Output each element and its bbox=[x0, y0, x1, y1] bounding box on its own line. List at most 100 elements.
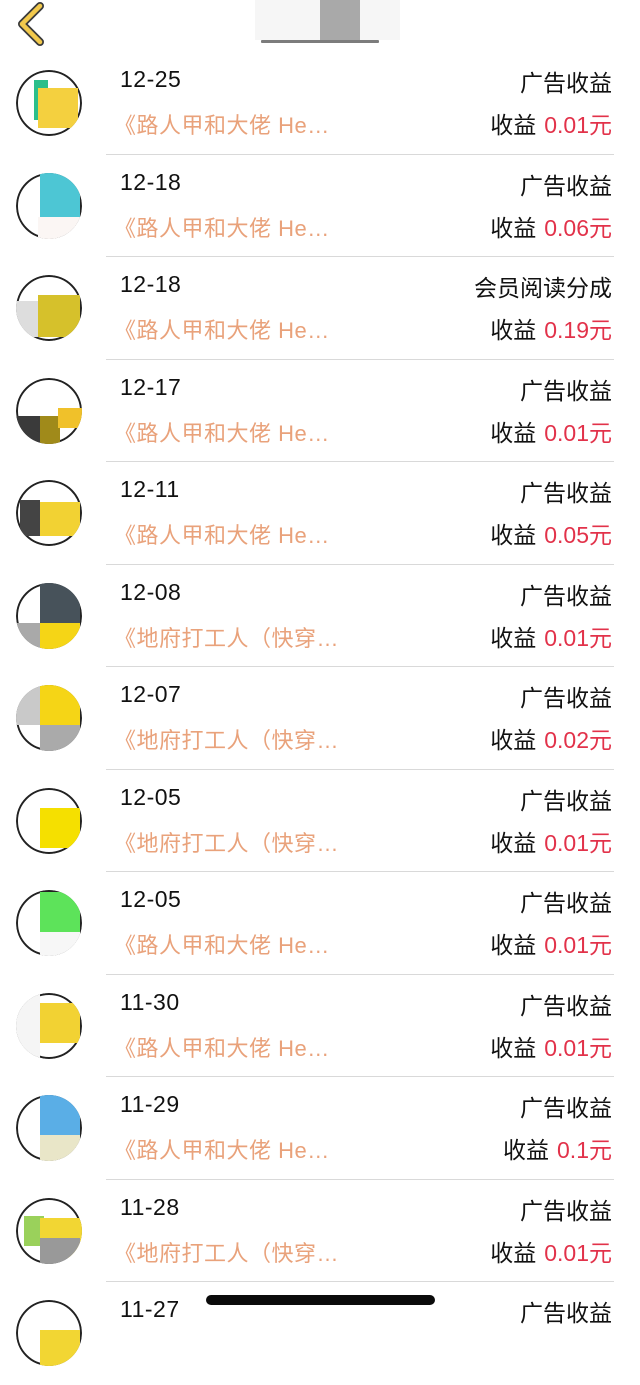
nav-bar bbox=[0, 0, 640, 50]
income-line: 收益 0.05元 bbox=[490, 516, 612, 550]
income-line: 收益 0.01元 bbox=[490, 414, 612, 448]
income-amount: 0.1元 bbox=[557, 1137, 612, 1163]
income-label: 收益 bbox=[490, 829, 537, 856]
item-date: 12-05 bbox=[120, 783, 182, 810]
income-type: 广告收益 bbox=[520, 172, 612, 199]
list-item[interactable]: 12-18 广告收益《路人甲和大佬 He… 收益 0.06元 bbox=[0, 155, 640, 257]
item-date: 12-18 bbox=[120, 271, 182, 297]
list-item[interactable]: 12-11 广告收益《路人甲和大佬 He… 收益 0.05元 bbox=[0, 462, 640, 565]
income-type: 广告收益 bbox=[520, 1095, 612, 1121]
avatar bbox=[16, 992, 82, 1059]
income-amount: 0.01元 bbox=[544, 1034, 612, 1061]
list-item[interactable]: 12-17 广告收益《路人甲和大佬 He… 收益 0.01元 bbox=[0, 360, 640, 462]
avatar bbox=[16, 1197, 82, 1264]
income-line: 收益 0.01元 bbox=[490, 1234, 612, 1268]
income-line: 收益 0.01元 bbox=[490, 106, 612, 140]
list-item[interactable]: 11-30 广告收益《路人甲和大佬 He… 收益 0.01元 bbox=[0, 975, 640, 1077]
income-amount: 0.01元 bbox=[544, 419, 612, 446]
income-label: 收益 bbox=[490, 624, 537, 651]
income-type: 广告收益 bbox=[520, 480, 612, 506]
avatar bbox=[16, 70, 82, 136]
book-title: 《路人甲和大佬 He… bbox=[114, 215, 330, 241]
list-item[interactable]: 12-07 广告收益《地府打工人（快穿… 收益 0.02元 bbox=[0, 667, 640, 770]
list-item[interactable]: 12-08 广告收益《地府打工人（快穿… 收益 0.01元 bbox=[0, 565, 640, 667]
book-title: 《地府打工人（快穿… bbox=[114, 728, 340, 753]
avatar bbox=[16, 1300, 82, 1366]
income-line: 收益 0.19元 bbox=[490, 311, 612, 345]
income-line: 收益 0.01元 bbox=[490, 619, 612, 653]
income-label: 收益 bbox=[490, 932, 537, 958]
avatar bbox=[16, 480, 82, 546]
list-item[interactable]: 12-05 广告收益《地府打工人（快穿… 收益 0.01元 bbox=[0, 770, 640, 872]
avatar bbox=[16, 172, 82, 239]
item-date: 12-18 bbox=[120, 168, 182, 195]
book-title: 《路人甲和大佬 He… bbox=[114, 523, 330, 548]
income-line: 收益 0.01元 bbox=[490, 926, 612, 960]
income-label: 收益 bbox=[490, 1034, 537, 1061]
avatar bbox=[16, 787, 82, 854]
home-indicator bbox=[206, 1295, 435, 1305]
income-label: 收益 bbox=[490, 419, 537, 446]
income-list: 12-25 广告收益 《路人甲和大佬 He… 收益 0.01元 12-18 广告收益 《路人甲… bbox=[0, 52, 640, 1385]
income-amount: 0.02元 bbox=[544, 727, 612, 753]
item-date: 12-05 bbox=[120, 886, 182, 912]
income-label: 收益 bbox=[490, 522, 537, 548]
book-title: 《路人甲和大佬 He… bbox=[114, 933, 330, 958]
book-title: 《路人甲和大佬 He… bbox=[114, 113, 330, 138]
avatar bbox=[16, 1095, 82, 1161]
back-button[interactable] bbox=[10, 2, 54, 46]
book-title: 《路人甲和大佬 He… bbox=[114, 318, 330, 343]
avatar bbox=[16, 275, 82, 341]
item-date: 12-17 bbox=[120, 373, 182, 400]
income-line: 收益 0.1元 bbox=[503, 1131, 612, 1165]
list-item[interactable]: 12-05 广告收益《路人甲和大佬 He… 收益 0.01元 bbox=[0, 872, 640, 975]
avatar bbox=[16, 377, 82, 444]
income-label: 收益 bbox=[490, 214, 537, 241]
income-amount: 0.06元 bbox=[544, 214, 612, 241]
income-type: 广告收益 bbox=[520, 992, 612, 1019]
income-amount: 0.05元 bbox=[544, 522, 612, 548]
item-date: 12-11 bbox=[120, 476, 180, 502]
list-item[interactable]: 11-29 广告收益《路人甲和大佬 He… 收益 0.1元 bbox=[0, 1077, 640, 1180]
income-type: 广告收益 bbox=[520, 685, 612, 711]
item-date: 11-28 bbox=[120, 1193, 180, 1220]
avatar bbox=[16, 685, 82, 751]
income-label: 收益 bbox=[503, 1137, 550, 1163]
list-item[interactable]: 12-25 广告收益 《路人甲和大佬 He… 收益 0.01元 bbox=[0, 52, 640, 155]
page-title-redacted bbox=[255, 0, 400, 43]
item-date: 12-07 bbox=[120, 681, 182, 707]
income-type: 广告收益 bbox=[520, 1197, 612, 1224]
income-type: 广告收益 bbox=[520, 787, 612, 814]
income-type: 广告收益 bbox=[520, 377, 612, 404]
list-item[interactable]: 12-18 会员阅读分成《路人甲和大佬 He… 收益 0.19元 bbox=[0, 257, 640, 360]
income-amount: 0.19元 bbox=[544, 317, 612, 343]
income-amount: 0.01元 bbox=[544, 1239, 612, 1266]
income-label: 收益 bbox=[490, 1239, 537, 1266]
income-line: 收益 0.01元 bbox=[490, 1029, 612, 1063]
item-date: 11-29 bbox=[120, 1091, 180, 1117]
income-line: 收益 0.06元 bbox=[490, 209, 612, 243]
income-type: 广告收益 bbox=[520, 582, 612, 609]
income-amount: 0.01元 bbox=[544, 829, 612, 856]
income-label: 收益 bbox=[490, 727, 537, 753]
book-title: 《路人甲和大佬 He… bbox=[114, 1138, 330, 1163]
income-type: 广告收益 bbox=[520, 70, 612, 96]
list-item[interactable]: 11-28 广告收益 《地府打工人（快穿… 收益 0.01元 bbox=[0, 1180, 640, 1282]
item-date: 11-30 bbox=[120, 988, 180, 1015]
income-line: 收益 0.02元 bbox=[490, 721, 612, 755]
income-amount: 0.01元 bbox=[544, 932, 612, 958]
book-title: 《地府打工人（快穿… bbox=[114, 830, 340, 856]
chevron-left-icon bbox=[18, 2, 44, 46]
income-label: 收益 bbox=[490, 317, 537, 343]
book-title: 《路人甲和大佬 He… bbox=[114, 420, 330, 446]
item-date: 12-08 bbox=[120, 578, 182, 605]
book-title: 《路人甲和大佬 He… bbox=[114, 1035, 330, 1061]
avatar bbox=[16, 890, 82, 956]
income-line: 收益 0.01元 bbox=[490, 824, 612, 858]
book-title: 《地府打工人（快穿… bbox=[114, 625, 340, 651]
income-label: 收益 bbox=[490, 112, 537, 138]
income-amount: 0.01元 bbox=[544, 624, 612, 651]
income-amount: 0.01元 bbox=[544, 112, 612, 138]
income-type: 广告收益 bbox=[520, 890, 612, 916]
income-type: 会员阅读分成 bbox=[474, 275, 612, 301]
